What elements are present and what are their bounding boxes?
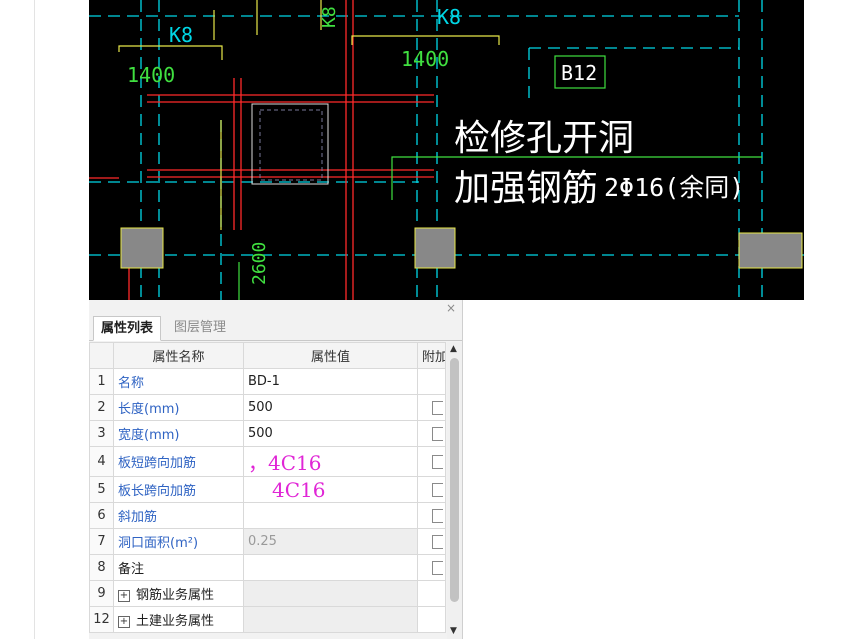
attach-cell [417, 528, 446, 555]
attach-cell [417, 476, 446, 503]
attach-checkbox[interactable] [432, 534, 443, 549]
property-value[interactable]: ，4C16 [243, 446, 418, 477]
vertical-scrollbar[interactable]: ▲ ▼ [447, 342, 462, 639]
attach-cell [417, 580, 446, 607]
note-rebar: 2Φ16(余同) [604, 173, 744, 202]
property-name: 名称 [113, 368, 244, 395]
table-row[interactable]: 1 名称 BD-1 [89, 368, 446, 395]
k8-label-right: K8 [437, 5, 461, 29]
row-index: 1 [89, 368, 114, 395]
attach-checkbox[interactable] [432, 400, 443, 415]
property-value [243, 606, 418, 633]
row-index: 9 [89, 580, 114, 607]
property-group-name[interactable]: + 钢筋业务属性 [113, 580, 244, 607]
cad-drawing: K8 K8 K8 1400 1400 2600 B12 检修孔开洞 加强钢筋 2… [89, 0, 804, 300]
attach-cell [417, 420, 446, 447]
property-name: 板长跨向加筋 [113, 476, 244, 503]
note-line1: 检修孔开洞 [454, 118, 634, 159]
table-header-row: 属性名称 属性值 附加 [89, 342, 446, 369]
scroll-up-icon[interactable]: ▲ [450, 344, 457, 354]
attach-cell [417, 606, 446, 633]
property-name: 长度(mm) [113, 394, 244, 421]
column-block [120, 227, 164, 269]
group-label: 土建业务属性 [136, 614, 215, 629]
row-index: 4 [89, 446, 114, 477]
scroll-down-icon[interactable]: ▼ [450, 626, 457, 636]
table-row[interactable]: 6 斜加筋 [89, 502, 446, 529]
row-index: 5 [89, 476, 114, 503]
table-row-group[interactable]: 9 + 钢筋业务属性 [89, 580, 446, 607]
column-block [414, 227, 456, 269]
table-row[interactable]: 7 洞口面积(m²) 0.25 [89, 528, 446, 555]
dim-bracket [351, 35, 500, 45]
table-row[interactable]: 4 板短跨向加筋 ，4C16 [89, 446, 446, 477]
col-property-value: 属性值 [243, 342, 418, 369]
attach-cell [417, 368, 446, 395]
left-gutter [0, 0, 35, 639]
table-row-group[interactable]: 12 + 土建业务属性 [89, 606, 446, 633]
col-attach: 附加 [417, 342, 446, 369]
property-value[interactable]: BD-1 [243, 368, 418, 395]
property-value[interactable]: 500 [243, 394, 418, 421]
row-index: 3 [89, 420, 114, 447]
property-panel: × 属性列表 图层管理 属性名称 属性值 附加 1 名称 BD-1 2 长度(m… [89, 300, 463, 639]
property-value [243, 580, 418, 607]
attach-checkbox[interactable] [432, 508, 443, 523]
property-group-name[interactable]: + 土建业务属性 [113, 606, 244, 633]
attach-cell [417, 502, 446, 529]
property-value[interactable] [243, 554, 418, 581]
table-row[interactable]: 3 宽度(mm) 500 [89, 420, 446, 447]
property-name: 板短跨向加筋 [113, 446, 244, 477]
expand-plus-icon[interactable]: + [118, 615, 130, 628]
column-block [738, 232, 803, 269]
property-name: 宽度(mm) [113, 420, 244, 447]
property-name: 洞口面积(m²) [113, 528, 244, 555]
property-value[interactable]: 500 [243, 420, 418, 447]
attach-checkbox[interactable] [432, 482, 443, 497]
row-index: 7 [89, 528, 114, 555]
row-index: 6 [89, 502, 114, 529]
row-index: 12 [89, 606, 114, 633]
dim-bracket [118, 45, 223, 60]
property-grid: 属性名称 属性值 附加 1 名称 BD-1 2 长度(mm) 500 3 宽度(… [89, 342, 462, 633]
panel-tabs: 属性列表 图层管理 [89, 316, 462, 341]
row-index: 2 [89, 394, 114, 421]
dim-left-label: 1400 [127, 63, 175, 87]
k8-label-left: K8 [169, 23, 193, 47]
close-icon[interactable]: × [446, 301, 456, 315]
tab-property-list[interactable]: 属性列表 [93, 316, 162, 341]
attach-cell [417, 394, 446, 421]
dim-vertical-label: 2600 [249, 242, 270, 285]
attach-cell [417, 446, 446, 477]
col-index [89, 342, 114, 369]
k8-label-mid: K8 [319, 6, 340, 28]
table-row[interactable]: 5 板长跨向加筋 4C16 [89, 476, 446, 503]
attach-checkbox[interactable] [432, 560, 443, 575]
note-line2: 加强钢筋 [454, 168, 598, 209]
property-name: 斜加筋 [113, 502, 244, 529]
property-name: 备注 [113, 554, 244, 581]
property-value[interactable]: 4C16 [243, 476, 418, 503]
attach-checkbox[interactable] [432, 454, 443, 469]
tab-layer-manager[interactable]: 图层管理 [167, 316, 233, 340]
group-label: 钢筋业务属性 [136, 588, 215, 603]
dim-right-label: 1400 [401, 47, 449, 71]
board-id-label: B12 [561, 61, 597, 85]
attach-checkbox[interactable] [432, 426, 443, 441]
property-value: 0.25 [243, 528, 418, 555]
cad-drawing-canvas[interactable]: K8 K8 K8 1400 1400 2600 B12 检修孔开洞 加强钢筋 2… [89, 0, 804, 300]
attach-cell [417, 554, 446, 581]
table-row[interactable]: 2 长度(mm) 500 [89, 394, 446, 421]
row-index: 8 [89, 554, 114, 581]
col-property-name: 属性名称 [113, 342, 244, 369]
property-value[interactable] [243, 502, 418, 529]
table-row[interactable]: 8 备注 [89, 554, 446, 581]
opening-outer [251, 103, 329, 185]
scroll-thumb[interactable] [450, 358, 459, 602]
expand-plus-icon[interactable]: + [118, 589, 130, 602]
